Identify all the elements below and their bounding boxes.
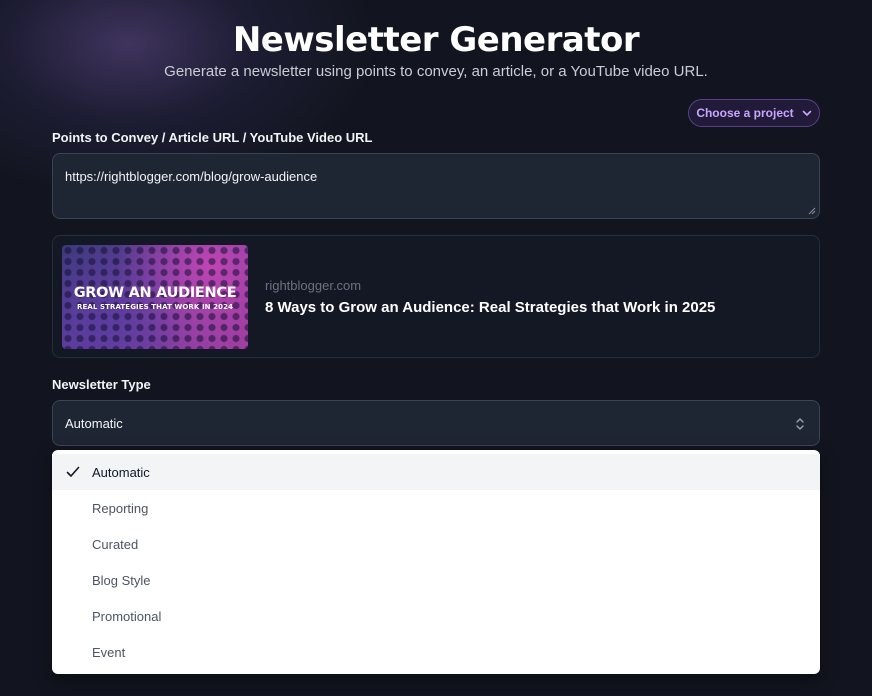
url-input[interactable]: https://rightblogger.com/blog/grow-audie…: [52, 153, 820, 219]
chevron-down-icon: [802, 110, 811, 116]
url-input-value: https://rightblogger.com/blog/grow-audie…: [65, 169, 318, 184]
newsletter-type-select[interactable]: Automatic: [52, 400, 820, 446]
option-reporting[interactable]: Reporting: [52, 490, 820, 526]
preview-domain: rightblogger.com: [265, 278, 362, 293]
page-subtitle: Generate a newsletter using points to co…: [164, 63, 708, 80]
newsletter-type-label: Newsletter Type: [52, 377, 151, 392]
option-label: Promotional: [92, 608, 162, 624]
option-blog-style[interactable]: Blog Style: [52, 562, 820, 598]
choose-project-button[interactable]: Choose a project: [688, 99, 820, 127]
newsletter-type-dropdown: Automatic Reporting Curated Blog Style P…: [52, 450, 820, 674]
check-icon: [66, 466, 80, 477]
option-label: Reporting: [92, 500, 149, 516]
option-curated[interactable]: Curated: [52, 526, 820, 562]
resize-handle-icon[interactable]: [808, 207, 816, 215]
thumbnail-title: GROW AN AUDIENCE: [73, 285, 237, 301]
choose-project-label: Choose a project: [696, 106, 794, 120]
url-field-label: Points to Convey / Article URL / YouTube…: [52, 130, 373, 145]
option-label: Event: [92, 644, 126, 660]
option-label: Blog Style: [92, 572, 151, 588]
link-preview-card[interactable]: GROW AN AUDIENCE REAL STRATEGIES THAT WO…: [52, 235, 820, 358]
option-label: Automatic: [92, 464, 150, 480]
page-title: Newsletter Generator: [232, 20, 640, 60]
preview-thumbnail: GROW AN AUDIENCE REAL STRATEGIES THAT WO…: [62, 245, 248, 349]
option-event[interactable]: Event: [52, 634, 820, 670]
newsletter-type-selected: Automatic: [65, 415, 123, 431]
option-label: Curated: [92, 536, 139, 552]
thumbnail-subtitle: REAL STRATEGIES THAT WORK IN 2024: [76, 303, 234, 311]
option-automatic[interactable]: Automatic: [52, 454, 820, 490]
option-promotional[interactable]: Promotional: [52, 598, 820, 634]
preview-title: 8 Ways to Grow an Audience: Real Strateg…: [265, 299, 716, 316]
chevron-up-down-icon: [796, 418, 804, 430]
